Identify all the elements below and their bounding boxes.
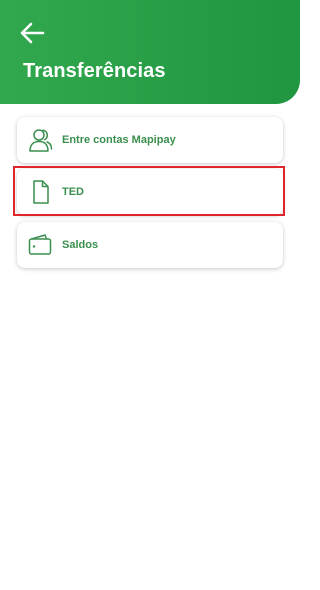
option-entre-contas-mapipay[interactable]: Entre contas Mapipay (17, 117, 283, 163)
page-title: Transferências (23, 60, 166, 82)
users-icon (27, 127, 53, 153)
document-icon (27, 179, 53, 205)
option-label: TED (62, 186, 84, 198)
option-saldos[interactable]: Saldos (17, 222, 283, 268)
header: Transferências (0, 0, 300, 104)
back-button[interactable] (18, 20, 46, 46)
transfers-screen: Transferências Entre contas Mapipay TED (0, 0, 300, 590)
option-label: Saldos (62, 239, 99, 251)
arrow-left-icon (20, 22, 45, 44)
option-ted[interactable]: TED (17, 169, 283, 215)
wallet-icon (27, 232, 53, 258)
option-label: Entre contas Mapipay (62, 134, 176, 146)
